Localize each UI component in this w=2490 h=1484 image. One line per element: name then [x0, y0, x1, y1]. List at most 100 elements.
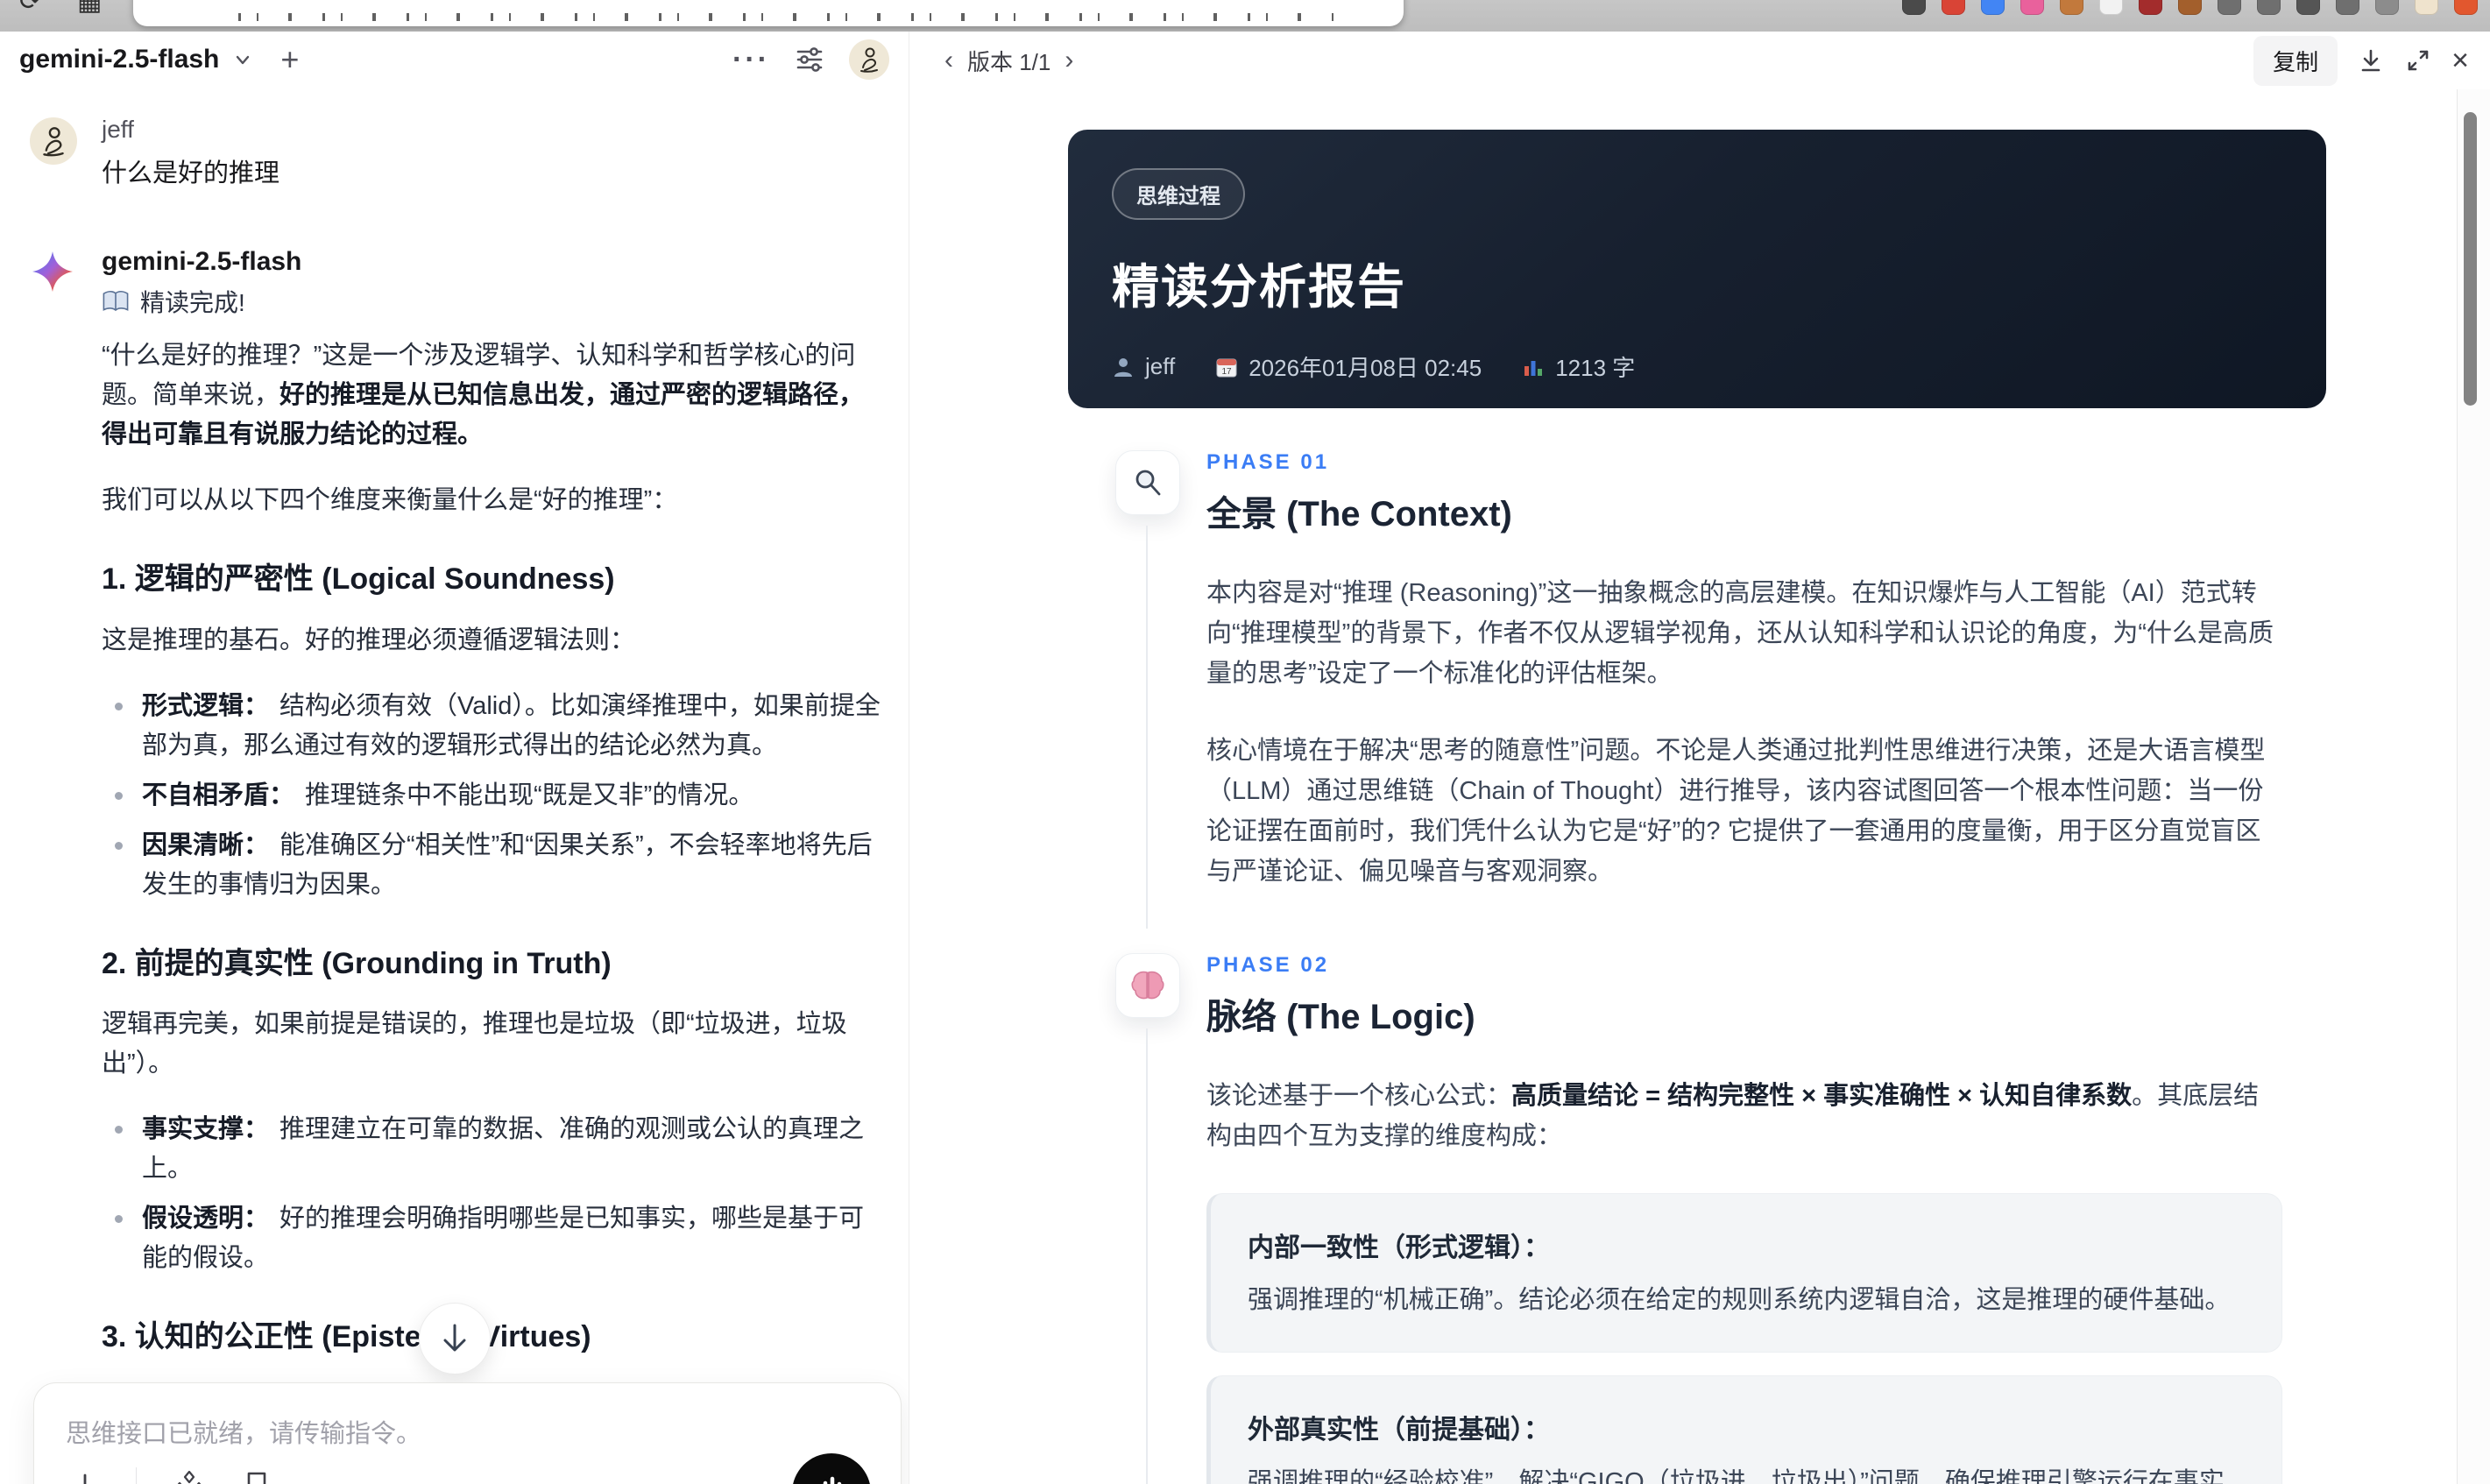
version-nav: ‹ 版本 1/1 › — [944, 45, 1073, 77]
dimension-card: 外部真实性（前提基础）： 强调推理的“经验校准”。解决“GIGO（垃圾进，垃圾出… — [1206, 1375, 2282, 1484]
bullet-item: 形式逻辑： 结构必须有效（Valid）。比如演绎推理中，如果前提全部为真，那么通过… — [102, 687, 889, 766]
calendar-icon: 17 — [1216, 358, 1237, 377]
dimension-cards: 内部一致性（形式逻辑）： 强调推理的“机械正确”。结论必须在给定的规则系统内逻辑… — [1206, 1193, 2282, 1484]
browser-tab[interactable] — [133, 0, 1404, 26]
expand-icon[interactable] — [2404, 46, 2432, 74]
copy-button[interactable]: 复制 — [2253, 35, 2338, 86]
voice-input-button[interactable] — [792, 1453, 871, 1484]
user-message-text: 什么是好的推理 — [102, 159, 280, 187]
word-count-meta: 1213 字 — [1522, 350, 1635, 383]
report-title: 精读分析报告 — [1112, 261, 1406, 314]
extension-icon[interactable] — [2415, 0, 2438, 15]
chevron-down-icon[interactable] — [231, 48, 254, 71]
composer-toolbar — [69, 1467, 272, 1484]
version-label: 版本 1/1 — [967, 48, 1051, 75]
phase-paragraph: 本内容是对“推理 (Reasoning)”这一抽象概念的高层建模。在知识爆炸与人… — [1206, 579, 2274, 688]
extension-icon[interactable] — [2060, 0, 2083, 15]
phase-paragraph: 该论述基于一个核心公式：高质量结论 = 结构完整性 × 事实准确性 × 认知自律… — [1206, 1082, 2260, 1150]
scrollbar-thumb[interactable] — [2464, 112, 2477, 406]
chat-panel: gemini-2.5-flash + ··· jeff 什么是好的推理 gemi… — [0, 32, 909, 1484]
phase-title: 脉络 (The Logic) — [1206, 998, 1475, 1036]
extension-icon[interactable] — [2178, 0, 2202, 15]
extension-icon[interactable] — [2218, 0, 2241, 15]
bar-chart-icon — [1524, 360, 1543, 376]
bullet-item: 不自相矛盾： 推理链条中不能出现“既是又非”的情况。 — [102, 776, 889, 816]
extension-icon[interactable] — [1942, 0, 1965, 15]
app-window: gemini-2.5-flash + ··· jeff 什么是好的推理 gemi… — [0, 32, 2490, 1484]
extension-icon[interactable] — [1902, 0, 1926, 15]
brain-icon — [1115, 953, 1180, 1018]
user-message: jeff 什么是好的推理 — [30, 116, 889, 189]
phase-paragraph: 核心情境在于解决“思考的随意性”问题。不论是人类通过批判性思维进行决策，还是大语… — [1206, 737, 2266, 886]
bullet-item: 因果清晰： 能准确区分“相关性”和“因果关系”，不会轻率地将先后发生的事情归为因果… — [102, 826, 889, 905]
extension-icon[interactable] — [2336, 0, 2359, 15]
phase-title: 全景 (The Context) — [1206, 495, 1512, 534]
composer-placeholder[interactable]: 思维接口已就绪，请传输指令。 — [66, 1413, 869, 1450]
phase-section-1: PHASE 01 全景 (The Context) 本内容是对“推理 (Reas… — [1068, 450, 2326, 929]
new-topic-button[interactable]: + — [280, 44, 299, 75]
version-next-icon[interactable]: › — [1065, 47, 1073, 74]
assistant-name: gemini-2.5-flash — [102, 247, 302, 276]
author-meta: jeff — [1112, 353, 1175, 380]
close-icon[interactable]: × — [2451, 46, 2469, 75]
phase-section-2: PHASE 02 脉络 (The Logic) 该论述基于一个核心公式：高质量结… — [1068, 953, 2326, 1484]
book-icon — [102, 289, 130, 314]
card-body: 强调推理的“经验校准”。解决“GIGO（垃圾进，垃圾出）”问题，确保推理引擎运行… — [1248, 1468, 2225, 1484]
extension-icon[interactable] — [2296, 0, 2320, 15]
extension-icon[interactable] — [1981, 0, 2005, 15]
extension-icon[interactable] — [2454, 0, 2478, 15]
card-body: 强调推理的“机械正确”。结论必须在给定的规则系统内逻辑自洽，这是推理的硬件基础。 — [1248, 1286, 2231, 1314]
bullet-item: 假设透明： 好的推理会明确指明哪些是已知事实，哪些是基于可能的假设。 — [102, 1199, 889, 1278]
report-hero-card: 思维过程 精读分析报告 jeff 17 2026年01月08日 02:45 12… — [1068, 130, 2326, 408]
section-heading: 1. 逻辑的严密性 (Logical Soundness) — [102, 562, 615, 596]
browser-apps-icon[interactable]: ▦ — [77, 0, 102, 17]
dimension-card: 内部一致性（形式逻辑）： 强调推理的“机械正确”。结论必须在给定的规则系统内逻辑… — [1206, 1193, 2282, 1353]
model-settings-icon[interactable] — [793, 43, 826, 76]
svg-text:17: 17 — [1222, 367, 1233, 377]
chat-header: gemini-2.5-flash + ··· — [0, 32, 909, 88]
section-lead: 这是推理的基石。好的推理必须遵循逻辑法则： — [102, 625, 636, 654]
card-title: 内部一致性（形式逻辑）： — [1248, 1233, 1550, 1262]
person-icon — [1114, 357, 1132, 377]
gemini-logo-icon — [32, 251, 74, 293]
more-options-button[interactable]: ··· — [732, 43, 770, 77]
section-heading: 2. 前提的真实性 (Grounding in Truth) — [102, 946, 612, 980]
bookmark-icon[interactable] — [242, 1470, 272, 1484]
assistant-status: 精读完成! — [102, 284, 889, 319]
version-prev-icon[interactable]: ‹ — [944, 47, 953, 74]
assistant-message: gemini-2.5-flash 精读完成! “什么是好的推理？”这是一个涉及逻… — [32, 247, 889, 1484]
assistant-status-text: 精读完成! — [140, 289, 245, 316]
browser-extensions — [1902, 0, 2478, 15]
phase-label: PHASE 01 — [1206, 450, 1330, 474]
extension-icon[interactable] — [2257, 0, 2281, 15]
download-icon[interactable] — [2357, 46, 2385, 74]
attach-plus-icon[interactable] — [69, 1471, 101, 1484]
extension-icon[interactable] — [2099, 0, 2123, 15]
section-lead: 逻辑再完美，如果前提是错误的，推理也是垃圾（即“垃圾进，垃圾出”）。 — [102, 1010, 847, 1078]
extension-icon[interactable] — [2375, 0, 2399, 15]
timeline-connector — [1146, 526, 1148, 929]
extension-icon[interactable] — [2139, 0, 2162, 15]
extension-icon[interactable] — [2020, 0, 2044, 15]
browser-reload-icon[interactable]: ⟳ — [19, 0, 41, 17]
card-title: 外部真实性（前提基础）： — [1248, 1416, 1550, 1445]
bullet-item: 事实支撑： 推理建立在可靠的数据、准确的观测或公认的真理之上。 — [102, 1110, 889, 1189]
skills-diamonds-icon[interactable] — [172, 1469, 207, 1484]
message-composer[interactable]: 思维接口已就绪，请传输指令。 — [33, 1382, 902, 1484]
magnifier-icon — [1115, 450, 1180, 515]
scroll-to-bottom-button[interactable] — [418, 1303, 491, 1374]
browser-tab-title-clipped — [238, 13, 1333, 21]
browser-topbar: ⟳ ▦ — [0, 0, 2490, 32]
timeline-connector — [1146, 1028, 1148, 1484]
date-meta: 17 2026年01月08日 02:45 — [1215, 350, 1482, 383]
scrollbar-track[interactable] — [2457, 89, 2490, 1484]
user-avatar[interactable] — [849, 39, 889, 80]
model-title[interactable]: gemini-2.5-flash — [19, 45, 219, 74]
user-name: jeff — [102, 116, 134, 143]
artifact-panel: ‹ 版本 1/1 › 复制 × 思维过程 精读分析报告 jeff 17 2026… — [909, 32, 2490, 1484]
markdown-section: 2. 前提的真实性 (Grounding in Truth) 逻辑再完美，如果前… — [102, 945, 889, 1279]
user-avatar[interactable] — [30, 117, 77, 165]
hero-badge: 思维过程 — [1112, 168, 1245, 220]
section-heading: 3. 认知的公正性 (Epistemic Virtues) — [102, 1320, 591, 1353]
chat-messages: jeff 什么是好的推理 gemini-2.5-flash 精读完成! “什么是… — [0, 88, 909, 1484]
